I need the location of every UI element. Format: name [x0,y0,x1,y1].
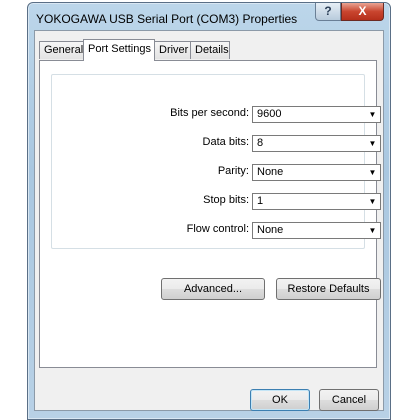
stop-bits-select[interactable]: 1 ▼ [252,193,381,210]
data-bits-value: 8 [257,137,264,149]
chevron-down-icon[interactable]: ▼ [365,194,380,209]
help-button[interactable]: ? [315,3,341,21]
window-title: YOKOGAWA USB Serial Port (COM3) Properti… [36,12,298,26]
cancel-button[interactable]: Cancel [319,389,379,411]
flow-control-select[interactable]: None ▼ [252,222,381,239]
bits-per-second-label: Bits per second: [170,107,249,119]
bits-per-second-select[interactable]: 9600 ▼ [252,106,381,123]
chevron-down-icon[interactable]: ▼ [365,107,380,122]
chevron-down-icon[interactable]: ▼ [365,223,380,238]
close-button[interactable]: X [341,3,384,21]
flow-control-label: Flow control: [186,223,249,235]
flow-control-value: None [257,224,284,236]
close-icon: X [358,4,367,18]
settings-group: Bits per second: 9600 ▼ Data bits: 8 ▼ P… [51,74,381,249]
ok-button[interactable]: OK [250,389,310,411]
parity-label: Parity: [217,165,249,177]
advanced-button[interactable]: Advanced... [161,278,265,300]
parity-select[interactable]: None ▼ [252,164,381,181]
chevron-down-icon[interactable]: ▼ [365,136,380,151]
tab-port-settings[interactable]: Port Settings [83,39,155,61]
parity-value: None [257,166,284,178]
stop-bits-value: 1 [257,195,264,207]
help-icon: ? [324,4,332,18]
title-bar[interactable]: YOKOGAWA USB Serial Port (COM3) Properti… [28,3,390,33]
tab-general[interactable]: General [39,41,84,59]
restore-defaults-button[interactable]: Restore Defaults [276,278,381,300]
tab-details[interactable]: Details [190,41,230,59]
stop-bits-label: Stop bits: [203,194,249,206]
chevron-down-icon[interactable]: ▼ [365,165,380,180]
port-settings-panel: Bits per second: 9600 ▼ Data bits: 8 ▼ P… [39,60,381,368]
data-bits-select[interactable]: 8 ▼ [252,135,381,152]
dialog-client-area: General Port Settings Driver Details Bit… [34,30,384,411]
tab-driver[interactable]: Driver [154,41,191,59]
data-bits-label: Data bits: [202,136,249,148]
bits-per-second-value: 9600 [257,108,282,120]
